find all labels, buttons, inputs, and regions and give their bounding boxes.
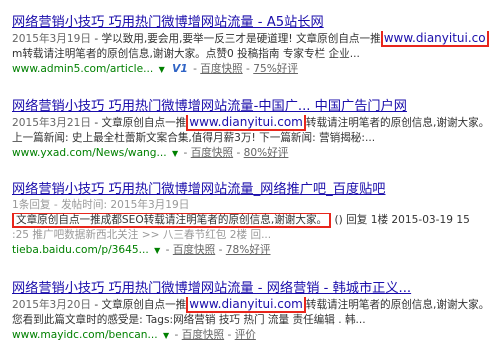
separator: - xyxy=(218,244,226,256)
search-result: 网络营销小技巧 巧用热门微博增网站流量 - 网络营销 - 韩城市正义... 20… xyxy=(12,280,498,343)
result-date: 2015年3月21日 xyxy=(12,117,91,129)
rating-link[interactable]: 78%好评 xyxy=(226,244,271,256)
result-snippet: 文章原创自点一推成都SEO转载请注明笔者的原创信息,谢谢大家。 () 回复 1楼… xyxy=(12,213,498,228)
result-url[interactable]: tieba.baidu.com/p/3645... xyxy=(12,244,149,256)
snippet-text: - 学以致用,要会用,要举一反三才是硬道理! 文章原创自点一推 xyxy=(90,33,381,45)
result-snippet-line: :25 推广吧数据新西北关注 >> 八三春节红包 2楼 回... xyxy=(12,229,272,241)
result-url[interactable]: www.admin5.com/article... xyxy=(12,63,153,75)
rating-link[interactable]: 80%好评 xyxy=(244,147,289,159)
rating-link[interactable]: 评价 xyxy=(235,329,256,341)
snippet-text: - 文章原创自点一推 xyxy=(90,299,187,311)
result-snippet-line: 上一篇新闻: 史上最全杜蕾斯文案合集,值得月薪3万! 下一篇新闻: 营销揭秘:.… xyxy=(12,132,376,144)
search-result: 网络营销小技巧 巧用热门微博增网站流量 - A5站长网 2015年3月19日 -… xyxy=(12,14,498,77)
separator: - xyxy=(165,244,173,256)
snippet-text: 转载请注明笔者的原创信息,谢谢大家。 xyxy=(305,117,490,129)
result-url-line: www.admin5.com/article... ▼ V1 - 百度快照 - … xyxy=(12,62,498,77)
highlighted-url: www.dianyitui.com xyxy=(186,115,306,131)
result-title-link[interactable]: 网络营销小技巧 巧用热门微博增网站流量 - 网络营销 - 韩城市正义... xyxy=(12,280,498,297)
result-date: 2015年3月19日 xyxy=(12,33,91,45)
result-url-line: www.yxad.com/News/wang... ▼ - 百度快照 - 80%… xyxy=(12,146,498,161)
dropdown-arrow-icon[interactable]: ▼ xyxy=(163,331,169,340)
snippet-text: 转载请注明笔者的原创信息,谢谢大家。 xyxy=(305,299,490,311)
highlighted-url: www.dianyitui.com xyxy=(186,297,306,313)
result-url-line: tieba.baidu.com/p/3645... ▼ - 百度快照 - 78%… xyxy=(12,243,498,258)
result-title-link[interactable]: 网络营销小技巧 巧用热门微博增网站流量_网络推广吧_百度贴吧 xyxy=(12,181,498,198)
search-result: 网络营销小技巧 巧用热门微博增网站流量_网络推广吧_百度贴吧 1条回复 - 发帖… xyxy=(12,181,498,258)
result-url[interactable]: www.yxad.com/News/wang... xyxy=(12,147,167,159)
cache-link[interactable]: 百度快照 xyxy=(191,147,233,159)
result-url[interactable]: www.mayidc.com/bencan... xyxy=(12,329,158,341)
result-snippet-line: m转载请注明笔者的原创信息,谢谢大家。点赞0 投稿指南 专家专栏 企业... xyxy=(12,48,360,60)
result-date: 2015年3月20日 xyxy=(12,299,91,311)
cache-link[interactable]: 百度快照 xyxy=(173,244,215,256)
result-title-link[interactable]: 网络营销小技巧 巧用热门微博增网站流量 - A5站长网 xyxy=(12,14,498,31)
separator: - xyxy=(174,329,182,341)
dropdown-arrow-icon[interactable]: ▼ xyxy=(159,65,165,74)
search-result: 网络营销小技巧 巧用热门微博增网站流量-中国广... 中国广告门户网 2015年… xyxy=(12,98,498,161)
result-snippet: 2015年3月19日 - 学以致用,要会用,要举一反三才是硬道理! 文章原创自点… xyxy=(12,31,498,47)
result-title-link[interactable]: 网络营销小技巧 巧用热门微博增网站流量-中国广... 中国广告门户网 xyxy=(12,98,498,115)
result-snippet: 2015年3月21日 - 文章原创自点一推 www.dianyitui.com 转载… xyxy=(12,115,498,131)
cache-link[interactable]: 百度快照 xyxy=(200,63,242,75)
result-meta-line: 1条回复 - 发帖时间: 2015年3月19日 xyxy=(12,199,190,211)
result-snippet: 2015年3月20日 - 文章原创自点一推 www.dianyitui.com 转载… xyxy=(12,297,498,313)
separator: - xyxy=(183,147,191,159)
separator: - xyxy=(227,329,235,341)
snippet-text: - 文章原创自点一推 xyxy=(90,117,187,129)
rating-link[interactable]: 75%好评 xyxy=(253,63,298,75)
result-url-line: www.mayidc.com/bencan... ▼ - 百度快照 - 评价 xyxy=(12,328,498,343)
cache-link[interactable]: 百度快照 xyxy=(182,329,224,341)
v1-badge-icon[interactable]: V1 xyxy=(172,63,188,75)
dropdown-arrow-icon[interactable]: ▼ xyxy=(172,149,178,158)
dropdown-arrow-icon[interactable]: ▼ xyxy=(154,246,160,255)
highlighted-url: www.dianyitui.co xyxy=(380,31,489,47)
result-snippet-line: 您看到此篇文章时的感受是: Tags:网络营销 技巧 热门 流量 责任编辑 . … xyxy=(12,314,366,326)
highlighted-sentence: 文章原创自点一推成都SEO转载请注明笔者的原创信息,谢谢大家。 xyxy=(12,213,332,228)
snippet-text: () 回复 1楼 2015-03-19 15 xyxy=(331,214,470,226)
separator: - xyxy=(236,147,244,159)
